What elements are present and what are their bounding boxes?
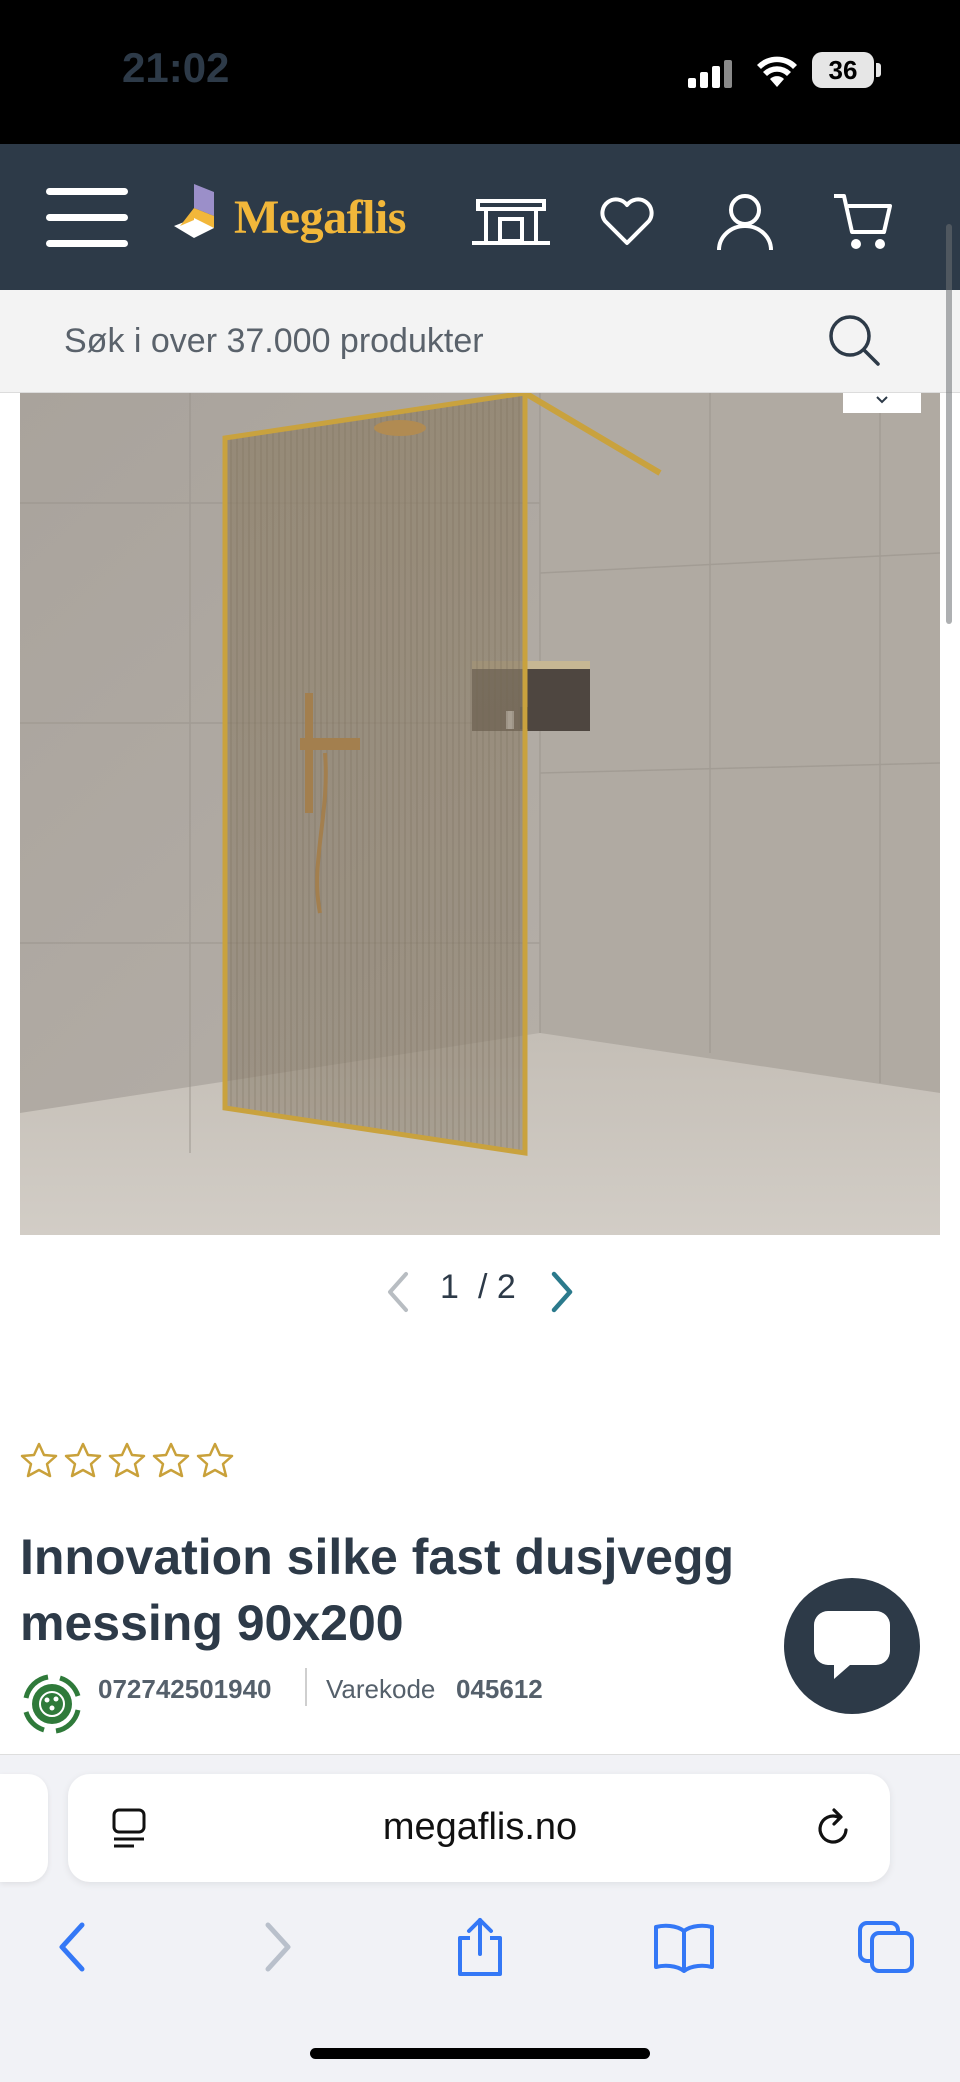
cellular-signal-icon (688, 60, 732, 88)
wifi-icon (757, 56, 797, 87)
url-text[interactable]: megaflis.no (340, 1806, 620, 1849)
star-rating[interactable] (20, 1442, 234, 1478)
page-menu-icon[interactable] (108, 1806, 152, 1850)
menu-icon[interactable] (46, 186, 128, 250)
status-time: 21:02 (122, 44, 230, 91)
battery-level: 36 (812, 52, 874, 88)
share-button[interactable] (440, 1912, 520, 1982)
varekode-value: 045612 (456, 1674, 543, 1704)
gallery-current-page: 1 (440, 1268, 459, 1306)
bookmarks-button[interactable] (644, 1912, 724, 1982)
cart-icon[interactable] (822, 184, 904, 260)
home-indicator[interactable] (310, 2048, 650, 2059)
battery-tip (876, 63, 881, 77)
logo-text[interactable]: Megaflis (234, 190, 406, 245)
star-icon (152, 1442, 190, 1478)
heart-icon[interactable] (586, 184, 668, 260)
code-divider (305, 1668, 307, 1706)
back-button[interactable] (32, 1912, 112, 1982)
star-icon (196, 1442, 234, 1478)
star-icon (20, 1442, 58, 1478)
previous-tab-preview[interactable] (0, 1774, 48, 1882)
eco-badge-icon (23, 1674, 81, 1734)
reload-icon[interactable] (812, 1806, 856, 1850)
scrollbar-thumb[interactable] (946, 224, 952, 624)
store-icon[interactable] (470, 184, 552, 260)
search-icon[interactable] (826, 312, 882, 368)
ean-code: 072742501940 (98, 1674, 272, 1704)
next-image-arrow[interactable] (546, 1270, 576, 1314)
user-icon[interactable] (704, 184, 786, 260)
tabs-button[interactable] (846, 1912, 926, 1982)
image-thumbnail-toggle[interactable] (843, 393, 921, 413)
varekode-label: Varekode (326, 1674, 436, 1704)
gallery-total-pages: / 2 (478, 1268, 516, 1306)
forward-button[interactable] (238, 1912, 318, 1982)
star-icon (108, 1442, 146, 1478)
star-icon (64, 1442, 102, 1478)
product-title: Innovation silke fast dusjvegg messing 9… (20, 1529, 735, 1651)
megaflis-logo-mark[interactable] (174, 182, 230, 248)
previous-image-arrow[interactable] (384, 1270, 414, 1314)
search-input[interactable] (64, 316, 764, 366)
chat-bubble-icon (814, 1611, 890, 1679)
chat-button[interactable] (784, 1578, 920, 1714)
product-image[interactable] (20, 393, 940, 1235)
